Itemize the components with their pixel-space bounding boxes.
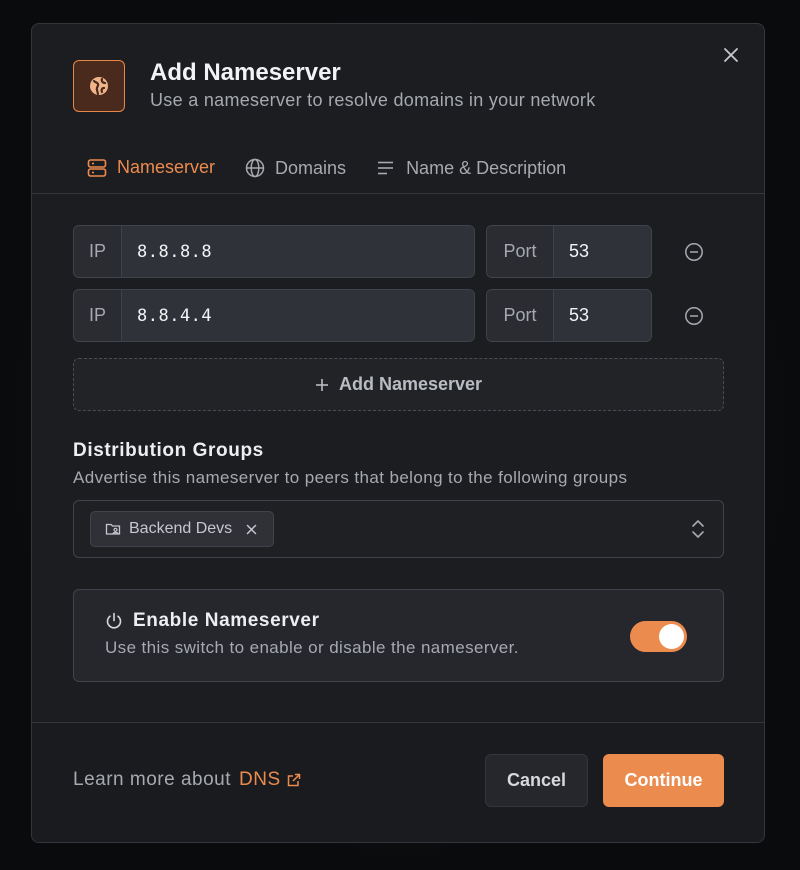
globe-pin-icon [73, 60, 125, 112]
tab-divider [32, 193, 764, 194]
tab-label: Nameserver [117, 157, 216, 177]
dialog-footer: Learn more about DNS Cancel Continue [32, 723, 764, 842]
ip-label: IP [74, 290, 122, 341]
enable-nameserver-subtitle: Use this switch to enable or disable the… [105, 638, 519, 657]
remove-nameserver-button[interactable] [683, 305, 705, 327]
nameserver-row: IP 8.8.4.4 Port 53 [73, 289, 705, 342]
port-label: Port [487, 290, 554, 341]
close-icon [724, 48, 738, 62]
toggle-knob [659, 624, 684, 649]
port-field-group: Port 53 [486, 289, 652, 342]
group-chip: Backend Devs [90, 511, 275, 547]
ip-label: IP [74, 226, 122, 277]
dns-link-label: DNS [239, 769, 281, 790]
tab-bar: Nameserver Domains Name & Description [73, 142, 581, 194]
learn-more-text: Learn more about [73, 769, 231, 790]
enable-nameserver-title: Enable Nameserver [105, 610, 320, 632]
text-lines-icon [378, 161, 394, 175]
dialog-header: Add Nameserver Use a nameserver to resol… [73, 60, 596, 112]
distribution-groups-subtitle: Advertise this nameserver to peers that … [73, 468, 628, 487]
distribution-groups-title: Distribution Groups [73, 440, 264, 461]
chevron-up-down-icon [692, 520, 704, 538]
close-button[interactable] [720, 44, 742, 66]
ip-input[interactable]: 8.8.8.8 [122, 226, 474, 277]
dialog-subtitle: Use a nameserver to resolve domains in y… [150, 90, 596, 110]
port-field-group: Port 53 [486, 225, 652, 278]
tab-label: Domains [275, 157, 347, 178]
tab-domains[interactable]: Domains [230, 142, 361, 194]
nameserver-row: IP 8.8.8.8 Port 53 [73, 225, 705, 278]
power-icon [106, 612, 122, 629]
port-input[interactable]: 53 [554, 290, 651, 341]
add-nameserver-button[interactable]: Add Nameserver [73, 358, 724, 411]
plus-icon [315, 378, 328, 391]
remove-nameserver-button[interactable] [683, 241, 705, 263]
dns-docs-link[interactable]: DNS [239, 769, 301, 791]
tab-nameserver[interactable]: Nameserver [73, 142, 231, 194]
folder-user-icon [105, 523, 121, 535]
remove-group-button[interactable] [246, 524, 257, 535]
add-nameserver-label: Add Nameserver [338, 374, 483, 394]
external-link-icon [287, 773, 300, 787]
ip-input[interactable]: 8.8.4.4 [122, 290, 474, 341]
port-label: Port [487, 226, 554, 277]
minus-circle-icon [685, 242, 703, 261]
dialog-title: Add Nameserver [150, 59, 341, 86]
ip-field-group: IP 8.8.8.8 [73, 225, 475, 278]
close-icon [246, 524, 257, 534]
tab-name-description[interactable]: Name & Description [361, 142, 581, 194]
ip-field-group: IP 8.8.4.4 [73, 289, 475, 342]
enable-nameserver-label: Enable Nameserver [133, 610, 320, 631]
cancel-button[interactable]: Cancel [485, 754, 588, 807]
tab-label: Name & Description [406, 157, 567, 178]
add-nameserver-dialog: Add Nameserver Use a nameserver to resol… [31, 23, 765, 843]
enable-nameserver-card: Enable Nameserver Use this switch to ena… [73, 589, 724, 682]
server-icon [87, 158, 107, 177]
port-input[interactable]: 53 [554, 226, 651, 277]
minus-circle-icon [685, 306, 703, 325]
continue-button[interactable]: Continue [603, 754, 724, 807]
enable-nameserver-toggle[interactable] [630, 621, 687, 652]
learn-more: Learn more about DNS [73, 769, 301, 791]
group-chip-label: Backend Devs [129, 520, 233, 537]
groups-select[interactable]: Backend Devs [73, 500, 724, 558]
globe-icon [245, 158, 265, 178]
